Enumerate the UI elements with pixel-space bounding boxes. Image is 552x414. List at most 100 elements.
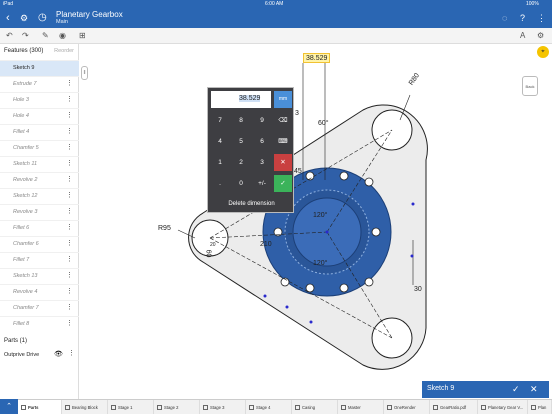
feature-item[interactable]: Revolve 3 ⋮ bbox=[0, 204, 79, 220]
confirm-icon[interactable]: ✓ bbox=[274, 175, 292, 192]
dimension-45[interactable]: 45 bbox=[294, 168, 302, 175]
settings-icon[interactable]: ⚙ bbox=[537, 31, 544, 41]
more-icon[interactable]: ⋮ bbox=[66, 144, 73, 152]
tab-plan[interactable]: Plan bbox=[528, 400, 552, 414]
more-icon[interactable]: ⋮ bbox=[68, 349, 75, 357]
feature-item[interactable]: Sketch 11 ⋮ bbox=[0, 156, 79, 172]
more-icon[interactable]: ⋮ bbox=[66, 320, 73, 328]
angle-60[interactable]: 60° bbox=[318, 120, 329, 127]
key-6[interactable]: 6 bbox=[253, 133, 271, 150]
feature-item[interactable]: Extrude 7 ⋮ bbox=[0, 76, 79, 92]
key-5[interactable]: 5 bbox=[232, 133, 250, 150]
dimension-r95[interactable]: R95 bbox=[158, 225, 171, 232]
help-icon[interactable]: ? bbox=[520, 12, 525, 24]
tab-bearing-block[interactable]: Bearing Block bbox=[62, 400, 108, 414]
view-cube[interactable]: Back bbox=[522, 76, 538, 96]
more-icon[interactable]: ⋮ bbox=[537, 12, 546, 24]
more-icon[interactable]: ⋮ bbox=[66, 112, 73, 120]
redo-icon[interactable]: ↷ bbox=[22, 31, 29, 41]
undo-icon[interactable]: ↶ bbox=[6, 31, 13, 41]
panel-collapse-handle[interactable]: ‖ bbox=[81, 66, 88, 80]
dimension-3[interactable]: 3 bbox=[295, 110, 299, 117]
graphics-area[interactable] bbox=[80, 44, 552, 399]
keyboard-icon[interactable]: ⌨ bbox=[274, 133, 292, 150]
feature-item[interactable]: Fillet 8 ⋮ bbox=[0, 316, 79, 332]
section-icon[interactable]: ⊞ bbox=[79, 31, 86, 41]
accept-sketch-button[interactable]: ✓ bbox=[512, 384, 520, 395]
more-icon[interactable]: ⋮ bbox=[66, 176, 73, 184]
tab-master[interactable]: Master bbox=[338, 400, 384, 414]
view-orientation-icon[interactable]: ◉ bbox=[59, 31, 66, 41]
angle-120-bottom[interactable]: 120° bbox=[313, 260, 327, 267]
active-dimension[interactable]: 38.529 bbox=[303, 53, 331, 63]
key-3[interactable]: 3 bbox=[253, 154, 271, 171]
more-icon[interactable]: ⋮ bbox=[66, 160, 73, 168]
key-9[interactable]: 9 bbox=[253, 112, 271, 129]
more-icon[interactable]: ⋮ bbox=[66, 272, 73, 280]
tab-stage-3[interactable]: Stage 3 bbox=[200, 400, 246, 414]
history-icon[interactable]: ◷ bbox=[38, 12, 47, 24]
dimension-60[interactable]: 60 bbox=[204, 250, 211, 258]
feature-item[interactable]: Fillet 7 ⋮ bbox=[0, 252, 79, 268]
visibility-eye-icon[interactable]: 👁 bbox=[54, 350, 63, 358]
more-icon[interactable]: ⋮ bbox=[66, 208, 73, 216]
key-7[interactable]: 7 bbox=[211, 112, 229, 129]
more-icon[interactable]: ⋮ bbox=[66, 240, 73, 248]
feature-item[interactable]: Sketch 13 ⋮ bbox=[0, 268, 79, 284]
workspace-icon[interactable]: ⚙ bbox=[20, 12, 28, 24]
text-tool-icon[interactable]: A bbox=[520, 31, 525, 41]
dimension-tool-icon[interactable]: ⌖ bbox=[537, 46, 549, 58]
angle-120-top[interactable]: 120° bbox=[313, 212, 327, 219]
key-0[interactable]: 0 bbox=[232, 175, 250, 192]
unit-button[interactable]: mm bbox=[274, 91, 292, 108]
more-icon[interactable]: ⋮ bbox=[66, 304, 73, 312]
cancel-sketch-button[interactable]: ✕ bbox=[530, 384, 538, 395]
tab-planetary-gear[interactable]: Planetary Gear V... bbox=[478, 400, 528, 414]
comment-icon[interactable]: ◌ bbox=[502, 12, 507, 24]
dimension-20[interactable]: 20 bbox=[210, 242, 216, 248]
sketch-drawing[interactable] bbox=[80, 44, 552, 399]
tab-stage-1[interactable]: Stage 1 bbox=[108, 400, 154, 414]
more-icon[interactable]: ⋮ bbox=[66, 96, 73, 104]
key-1[interactable]: 1 bbox=[211, 154, 229, 171]
feature-item[interactable]: Revolve 4 ⋮ bbox=[0, 284, 79, 300]
more-icon[interactable]: ⋮ bbox=[66, 288, 73, 296]
more-icon[interactable]: ⋮ bbox=[66, 224, 73, 232]
back-icon[interactable]: ‹ bbox=[6, 12, 10, 24]
feature-item[interactable]: Sketch 9 bbox=[0, 60, 79, 76]
feature-item[interactable]: Chamfer 5 ⋮ bbox=[0, 140, 79, 156]
tab-stage-4[interactable]: Stage 4 bbox=[246, 400, 292, 414]
dimension-value-input[interactable]: 38.529 bbox=[211, 91, 271, 108]
feature-item[interactable]: Chamfer 6 ⋮ bbox=[0, 236, 79, 252]
key-4[interactable]: 4 bbox=[211, 133, 229, 150]
more-icon[interactable]: ⋮ bbox=[66, 256, 73, 264]
cancel-icon[interactable]: ✕ bbox=[274, 154, 292, 171]
backspace-icon[interactable]: ⌫ bbox=[274, 112, 292, 129]
feature-item[interactable]: Hole 3 ⋮ bbox=[0, 92, 79, 108]
feature-item[interactable]: Sketch 12 ⋮ bbox=[0, 188, 79, 204]
feature-item[interactable]: Hole 4 ⋮ bbox=[0, 108, 79, 124]
reorder-button[interactable]: Reorder bbox=[54, 48, 74, 54]
part-item[interactable]: Outprive Drive bbox=[4, 352, 39, 358]
chevron-up-icon[interactable]: ⌃ bbox=[0, 399, 18, 414]
feature-item[interactable]: Chamfer 7 ⋮ bbox=[0, 300, 79, 316]
key-plus-minus[interactable]: +/- bbox=[253, 175, 271, 192]
dimension-30[interactable]: 30 bbox=[414, 286, 422, 293]
tab-stage-2[interactable]: Stage 2 bbox=[154, 400, 200, 414]
delete-dimension-button[interactable]: Delete dimension bbox=[208, 196, 295, 212]
key-decimal[interactable]: . bbox=[211, 175, 229, 192]
sketch-pencil-icon[interactable]: ✎ bbox=[42, 31, 49, 41]
feature-item[interactable]: Revolve 2 ⋮ bbox=[0, 172, 79, 188]
tab-casing[interactable]: Casing bbox=[292, 400, 338, 414]
tab-onerender[interactable]: OneRender bbox=[384, 400, 430, 414]
more-icon[interactable]: ⋮ bbox=[66, 128, 73, 136]
key-2[interactable]: 2 bbox=[232, 154, 250, 171]
dimension-210[interactable]: 210 bbox=[260, 241, 272, 248]
more-icon[interactable]: ⋮ bbox=[66, 192, 73, 200]
key-8[interactable]: 8 bbox=[232, 112, 250, 129]
feature-item[interactable]: Fillet 4 ⋮ bbox=[0, 124, 79, 140]
tab-gearratio-pdf[interactable]: GearRatio.pdf bbox=[430, 400, 478, 414]
tab-parts[interactable]: Parts bbox=[18, 400, 62, 414]
more-icon[interactable]: ⋮ bbox=[66, 80, 73, 88]
feature-item[interactable]: Fillet 6 ⋮ bbox=[0, 220, 79, 236]
